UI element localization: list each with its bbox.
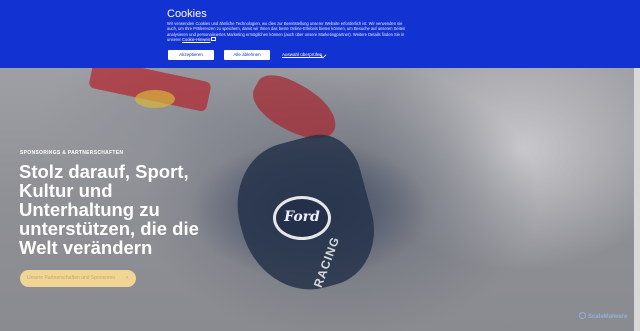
cookie-notice-link[interactable]: Cookie-Hinweis bbox=[182, 37, 210, 42]
partnerships-cta-button[interactable]: Unsere Partnerschaften und Sponsoren › bbox=[20, 270, 136, 287]
cookie-banner: Cookies Wir verwenden Cookies und ähnlic… bbox=[0, 0, 640, 68]
chevron-right-icon: › bbox=[126, 275, 128, 281]
brand-watermark: ScaleMalware bbox=[579, 312, 627, 320]
hero-headline: Stolz darauf, Sport, Kultur und Unterhal… bbox=[19, 161, 199, 258]
accept-cookies-button[interactable]: Akzeptieren bbox=[168, 50, 214, 60]
car-livery-graphic bbox=[135, 90, 175, 108]
external-link-icon bbox=[211, 36, 217, 41]
reject-all-cookies-button[interactable]: Alle ablehnen bbox=[224, 50, 270, 60]
scrollbar[interactable] bbox=[634, 68, 640, 331]
review-selection-button[interactable]: Auswahl überprüfen bbox=[282, 50, 322, 60]
cookie-description: Wir verwenden Cookies und ähnliche Techn… bbox=[167, 21, 407, 42]
cookie-title: Cookies bbox=[167, 8, 207, 20]
brand-watermark-label: ScaleMalware bbox=[588, 314, 628, 320]
section-eyebrow: SPONSORINGS & PARTNERSCHAFTEN bbox=[20, 150, 124, 156]
ford-logo: Ford bbox=[273, 196, 331, 240]
brand-mark-icon bbox=[579, 312, 586, 319]
cta-label: Unsere Partnerschaften und Sponsoren bbox=[27, 275, 116, 281]
ford-logo-text: Ford bbox=[284, 209, 320, 225]
